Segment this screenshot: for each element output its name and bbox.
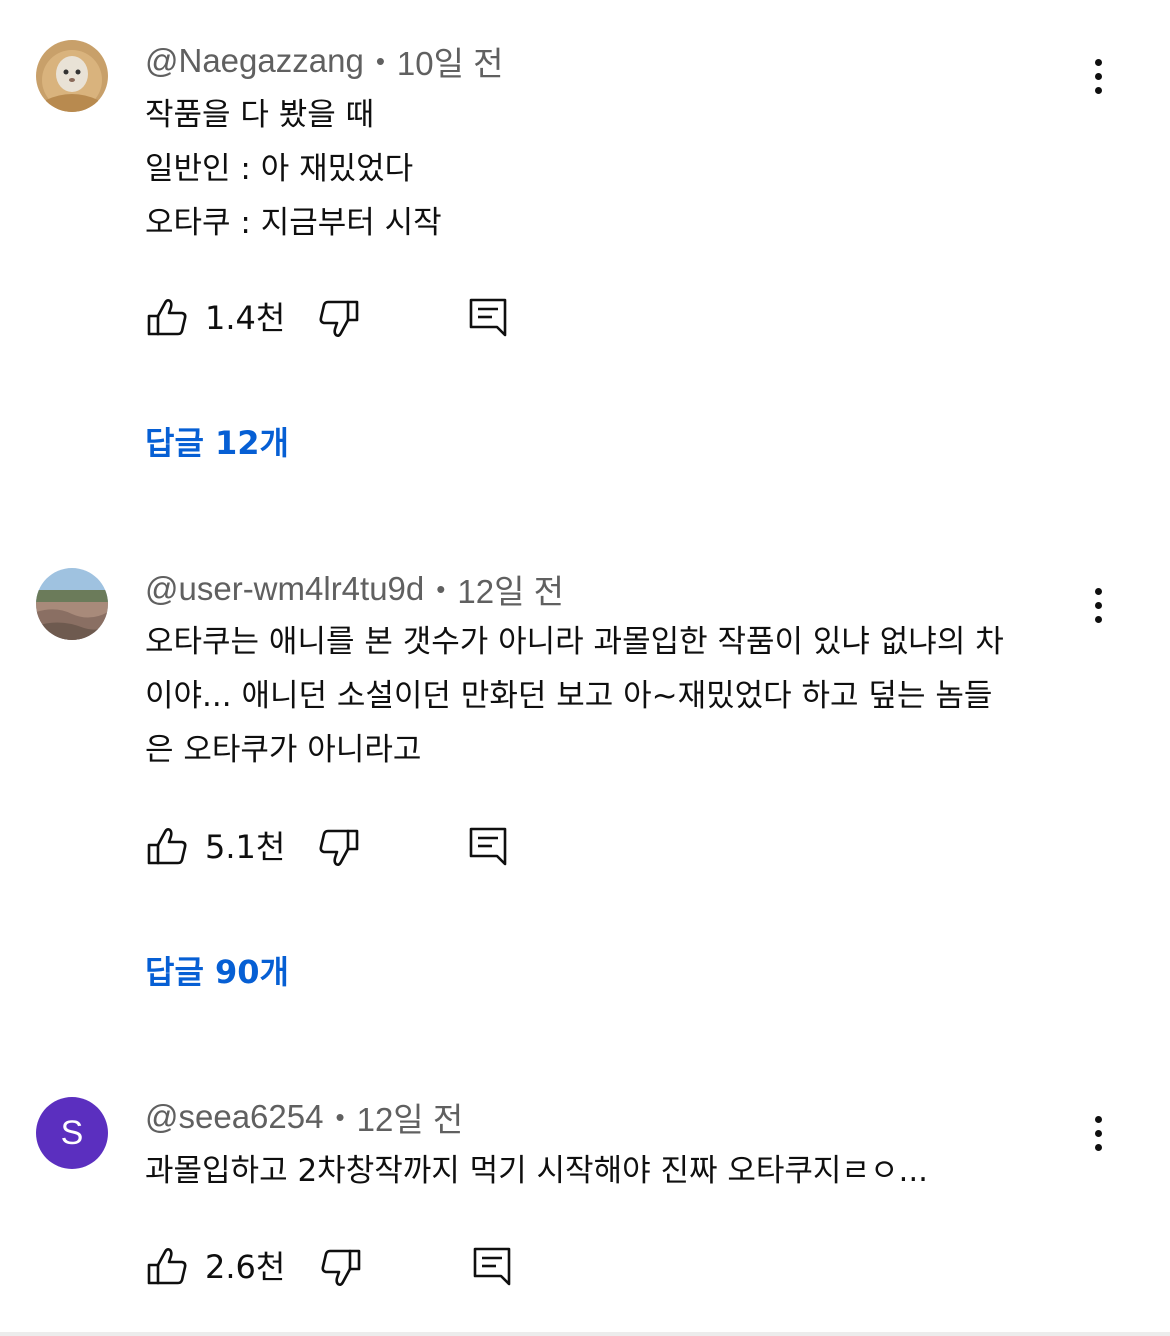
like-count: 5.1천	[205, 828, 286, 866]
reply-icon[interactable]	[465, 824, 511, 870]
more-vert-icon	[1094, 587, 1102, 595]
meta-separator: •	[375, 45, 385, 76]
author-name[interactable]: @user-wm4lr4tu9d	[145, 570, 424, 608]
comment-line: 과몰입하고 2차창작까지 먹기 시작해야 진짜 오타쿠지ㄹㅇ...	[145, 1153, 929, 1189]
more-vert-icon	[1094, 58, 1102, 66]
comment-line: 일반인 : 아 재밌었다	[145, 151, 414, 187]
comment-text: 작품을 다 봤을 때 일반인 : 아 재밌었다 오타쿠 : 지금부터 시작	[145, 88, 1095, 250]
like-count: 1.4천	[205, 299, 286, 337]
comment-line: 은 오타쿠가 아니라고	[145, 732, 422, 768]
avatar[interactable]: S	[36, 1097, 108, 1169]
author-name[interactable]: @seea6254	[145, 1098, 323, 1136]
like-count: 2.6천	[205, 1248, 286, 1286]
comment-time: 10일 전	[396, 45, 504, 82]
comment-meta: @seea6254 • 12일 전	[145, 1095, 463, 1139]
comment-time: 12일 전	[457, 573, 564, 610]
comment-text: 오타쿠는 애니를 본 갯수가 아니라 과몰입한 작품이 있냐 없냐의 차 이야.…	[145, 615, 1095, 777]
like-icon[interactable]	[145, 295, 191, 341]
dislike-icon[interactable]	[315, 295, 361, 341]
meta-separator: •	[335, 1101, 345, 1132]
replies-button[interactable]: 답글 90개	[145, 947, 289, 993]
reply-icon[interactable]	[465, 295, 511, 341]
comment-line: 오타쿠는 애니를 본 갯수가 아니라 과몰입한 작품이 있냐 없냐의 차	[145, 624, 1004, 660]
comment-line: 오타쿠 : 지금부터 시작	[145, 205, 442, 241]
comment-actions: 5.1천	[145, 824, 565, 872]
replies-button[interactable]: 답글 12개	[145, 418, 289, 464]
comment-actions: 1.4천	[145, 295, 565, 343]
comment-meta: @Naegazzang • 10일 전	[145, 39, 504, 83]
comments-page: @Naegazzang • 10일 전 작품을 다 봤을 때 일반인 : 아 재…	[0, 0, 1170, 1336]
more-vert-icon	[1094, 1115, 1102, 1123]
comment-line: 작품을 다 봤을 때	[145, 97, 375, 133]
bottom-divider	[0, 1332, 1170, 1336]
comment-text: 과몰입하고 2차창작까지 먹기 시작해야 진짜 오타쿠지ㄹㅇ...	[145, 1144, 1095, 1198]
dislike-icon[interactable]	[317, 1244, 363, 1290]
author-name[interactable]: @Naegazzang	[145, 42, 364, 80]
dislike-icon[interactable]	[315, 824, 361, 870]
avatar[interactable]	[36, 40, 108, 112]
comment-line: 이야... 애니던 소설이던 만화던 보고 아~재밌었다 하고 덮는 놈들	[145, 678, 993, 714]
meta-separator: •	[436, 573, 446, 604]
comment-meta: @user-wm4lr4tu9d • 12일 전	[145, 567, 564, 611]
like-icon[interactable]	[145, 824, 191, 870]
comment-actions: 2.6천	[145, 1244, 565, 1292]
comment-time: 12일 전	[356, 1101, 464, 1138]
reply-icon[interactable]	[469, 1244, 515, 1290]
avatar[interactable]	[36, 568, 108, 640]
like-icon[interactable]	[145, 1244, 191, 1290]
